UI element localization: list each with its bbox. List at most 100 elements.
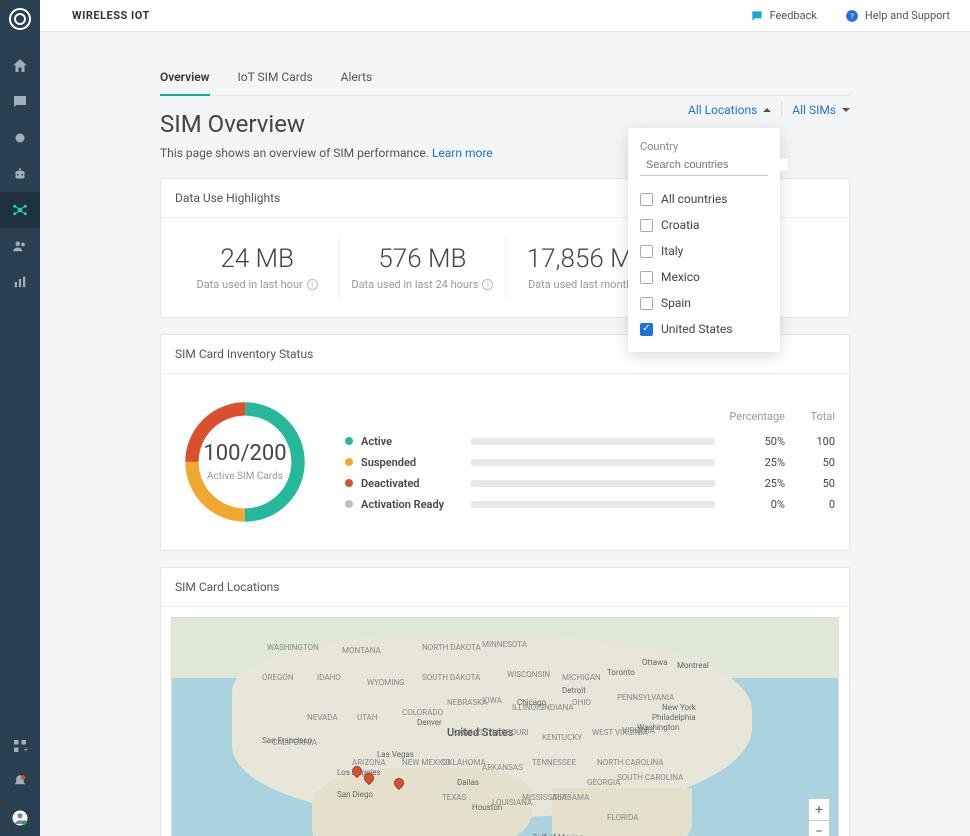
map-region-label: KANSAS [452, 728, 483, 737]
map-region-label: WASHINGTON [267, 643, 319, 652]
nav-apps-icon[interactable]: + [0, 728, 40, 764]
chevron-down-icon [842, 108, 850, 112]
svg-text:?: ? [850, 11, 854, 20]
map-region-label: ALABAMA [552, 793, 589, 802]
map-city-label: Dallas [457, 778, 479, 787]
nav-group-icon[interactable] [0, 228, 40, 264]
map-city-label: Toronto [607, 668, 635, 677]
map-region-label: COLORADO [402, 708, 443, 717]
nav-avatar-icon[interactable] [0, 800, 40, 836]
map-region-label: NORTH DAKOTA [422, 643, 481, 652]
sidebar: + [0, 0, 40, 836]
info-icon[interactable]: i [482, 279, 493, 290]
legend-row: Active 50% 100 [345, 431, 835, 452]
legend-row: Deactivated 25% 50 [345, 473, 835, 494]
nav-network-icon[interactable] [0, 192, 40, 228]
map-city-label: Chicago [517, 698, 546, 707]
main-content: Overview IoT SIM Cards Alerts SIM Overvi… [40, 32, 970, 836]
feedback-label: Feedback [770, 9, 817, 22]
map-region-label: WYOMING [367, 678, 405, 687]
tab-iot-sim-cards[interactable]: IoT SIM Cards [238, 62, 313, 95]
map-city-label: Washington [637, 723, 679, 732]
highlight-stat: 576 MBData used in last 24 hours i [340, 236, 505, 299]
checkbox-icon [640, 245, 653, 258]
legend-header-total: Total [785, 410, 835, 423]
topbar: WIRELESS IOT Feedback ? Help and Support [40, 0, 970, 32]
map-city-label: Montreal [677, 661, 709, 670]
nav-robot-icon[interactable] [0, 156, 40, 192]
inventory-donut: 100/200 Active SIM Cards [175, 392, 315, 532]
map-region-label: MICHIGAN [562, 673, 601, 682]
map-city-label: Las Vegas [377, 750, 414, 759]
checkbox-icon [640, 297, 653, 310]
country-search-input[interactable] [646, 159, 788, 171]
zoom-out-button[interactable]: − [809, 821, 829, 836]
map-region-label: UTAH [357, 713, 378, 722]
map-region-label: FLORIDA [607, 813, 638, 822]
help-icon: ? [845, 9, 859, 23]
nav-chat-icon[interactable] [0, 84, 40, 120]
map-region-label: WISCONSIN [507, 670, 550, 679]
highlight-stat: 24 MBData used in last hour i [175, 236, 340, 299]
donut-center-value: 100/200 [203, 441, 286, 466]
checkbox-icon [640, 193, 653, 206]
map-region-label: OKLAHOMA [442, 758, 486, 767]
map-region-label: IDAHO [317, 673, 341, 682]
app-logo-icon [9, 8, 31, 30]
map-region-label: SOUTH DAKOTA [422, 673, 480, 682]
map-region-label: KENTUCKY [542, 733, 582, 742]
brand-title: WIRELESS IOT [72, 9, 150, 22]
nav-notifications-icon[interactable] [0, 764, 40, 800]
tab-overview[interactable]: Overview [160, 62, 210, 96]
map-region-label: ARKANSAS [482, 763, 523, 772]
map-region-label: TENNESSEE [532, 758, 576, 767]
country-option[interactable]: Mexico [640, 264, 768, 290]
map-region-label: TEXAS [442, 793, 466, 802]
filter-locations[interactable]: All Locations [688, 103, 771, 117]
map-region-label: INDIANA [542, 703, 574, 712]
map-city-label: Ottawa [642, 658, 667, 667]
checkbox-icon [640, 271, 653, 284]
map-zoom-control: + − [808, 798, 830, 836]
country-option[interactable]: All countries [640, 186, 768, 212]
legend-dot-icon [345, 458, 353, 466]
legend-row: Suspended 25% 50 [345, 452, 835, 473]
map-region-label: PENNSYLVANIA [617, 693, 674, 702]
map-region-label: MONTANA [342, 646, 381, 655]
sim-locations-map[interactable]: United States WASHINGTONMONTANANORTH DAK… [171, 617, 839, 836]
filter-sims[interactable]: All SIMs [792, 103, 850, 117]
nav-home-icon[interactable] [0, 48, 40, 84]
map-region-label: MISSOURI [492, 728, 528, 737]
country-option[interactable]: Italy [640, 238, 768, 264]
card-inventory: SIM Card Inventory Status 100/200 Active… [160, 334, 850, 551]
filter-divider [781, 102, 782, 118]
zoom-in-button[interactable]: + [809, 799, 829, 821]
feedback-link[interactable]: Feedback [750, 9, 817, 23]
locations-dropdown: Country All countriesCroatiaItalyMexicoS… [628, 128, 780, 352]
learn-more-link[interactable]: Learn more [432, 146, 493, 160]
tab-alerts[interactable]: Alerts [341, 62, 373, 95]
nav-dot-icon[interactable] [0, 120, 40, 156]
map-city-label: San Diego [337, 790, 373, 799]
legend-dot-icon [345, 500, 353, 508]
help-label: Help and Support [865, 9, 950, 22]
map-region-label: SOUTH CAROLINA [617, 773, 683, 782]
country-option[interactable]: United States [640, 316, 768, 342]
map-city-label: New York [662, 703, 696, 712]
help-link[interactable]: ? Help and Support [845, 9, 950, 23]
info-icon[interactable]: i [307, 279, 318, 290]
map-city-label: Detroit [562, 686, 586, 695]
map-region-label: IOWA [482, 696, 502, 705]
nav-analytics-icon[interactable] [0, 264, 40, 300]
card-header-locations: SIM Card Locations [161, 568, 849, 607]
country-option[interactable]: Croatia [640, 212, 768, 238]
country-option[interactable]: Spain [640, 290, 768, 316]
dropdown-search [640, 159, 768, 176]
map-city-label: Houston [472, 803, 502, 812]
dropdown-section-label: Country [640, 140, 768, 153]
map-region-label: NORTH CAROLINA [597, 758, 664, 767]
inventory-legend: Percentage Total Active 50% 100 Suspende… [345, 410, 835, 515]
donut-center-label: Active SIM Cards [207, 470, 283, 483]
legend-dot-icon [345, 437, 353, 445]
filter-bar: All Locations All SIMs [688, 102, 850, 118]
